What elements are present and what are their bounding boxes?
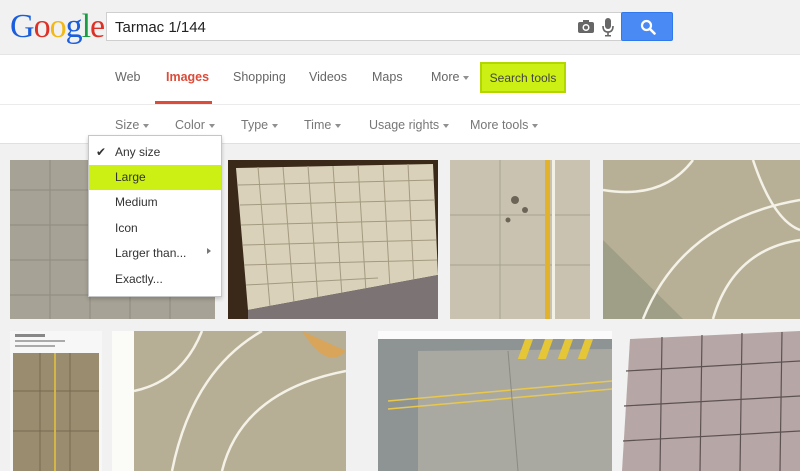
google-logo[interactable]: Google — [10, 8, 105, 45]
chevron-down-icon — [443, 123, 450, 128]
tool-usage-rights[interactable]: Usage rights — [369, 118, 450, 132]
chevron-down-icon — [532, 123, 539, 128]
logo-letter: l — [81, 8, 92, 45]
chevron-down-icon — [272, 123, 279, 128]
tool-type-label: Type — [241, 118, 269, 132]
tool-color[interactable]: Color — [175, 118, 215, 132]
size-option-icon[interactable]: Icon — [89, 216, 221, 241]
chevron-right-icon — [207, 248, 211, 254]
tool-time[interactable]: Time — [304, 118, 342, 132]
tab-more[interactable]: More — [431, 70, 470, 84]
logo-letter: g — [65, 8, 83, 45]
size-option-medium[interactable]: Medium — [89, 190, 221, 215]
chevron-down-icon — [335, 123, 342, 128]
search-input[interactable] — [115, 17, 565, 37]
size-option-large[interactable]: Large — [89, 165, 221, 190]
logo-letter: o — [49, 8, 67, 45]
camera-icon[interactable] — [577, 19, 595, 34]
search-icon — [640, 19, 656, 35]
tab-images[interactable]: Images — [166, 70, 209, 84]
image-result[interactable] — [228, 160, 438, 319]
image-result[interactable] — [378, 331, 612, 471]
size-option-label: Icon — [115, 221, 138, 235]
tool-size-label: Size — [115, 118, 140, 132]
tab-web[interactable]: Web — [115, 70, 140, 84]
logo-letter: o — [33, 8, 51, 45]
size-option-any-size[interactable]: ✔ Any size — [89, 140, 221, 165]
search-box — [106, 12, 622, 41]
checkmark-icon: ✔ — [96, 145, 107, 159]
tool-type[interactable]: Type — [241, 118, 279, 132]
size-option-label: Exactly... — [115, 272, 163, 286]
size-option-label: Larger than... — [115, 246, 187, 260]
image-result[interactable] — [112, 331, 346, 471]
tab-shopping[interactable]: Shopping — [233, 70, 286, 84]
search-tools-label: Search tools — [489, 71, 557, 85]
chevron-down-icon — [463, 75, 470, 80]
logo-letter: e — [90, 8, 105, 45]
tool-usage-label: Usage rights — [369, 118, 440, 132]
size-dropdown-menu: ✔ Any size Large Medium Icon Larger than… — [88, 135, 222, 297]
tab-maps[interactable]: Maps — [372, 70, 403, 84]
logo-letter: G — [10, 8, 35, 45]
image-result[interactable] — [603, 160, 800, 319]
tool-size[interactable]: Size — [115, 118, 150, 132]
size-option-exactly[interactable]: Exactly... — [89, 267, 221, 292]
size-option-larger-than[interactable]: Larger than... — [89, 241, 221, 266]
tool-more-label: More tools — [470, 118, 529, 132]
image-result[interactable] — [10, 331, 102, 471]
image-result[interactable] — [450, 160, 590, 319]
chevron-down-icon — [143, 123, 150, 128]
size-option-label: Any size — [115, 145, 161, 159]
search-nav: Web Images Shopping Videos Maps More Sea… — [0, 55, 800, 105]
size-option-label: Large — [115, 170, 146, 184]
size-option-label: Medium — [115, 195, 158, 209]
tab-videos[interactable]: Videos — [309, 70, 347, 84]
tool-time-label: Time — [304, 118, 332, 132]
chevron-down-icon — [208, 123, 215, 128]
tool-more-tools[interactable]: More tools — [470, 118, 539, 132]
active-tab-indicator — [155, 101, 212, 104]
image-result[interactable] — [622, 331, 800, 471]
search-button[interactable] — [621, 12, 673, 41]
microphone-icon[interactable] — [601, 17, 615, 37]
search-tools-button[interactable]: Search tools — [480, 62, 566, 93]
tab-more-label: More — [431, 70, 460, 84]
top-bar: Google — [0, 0, 800, 55]
tool-color-label: Color — [175, 118, 205, 132]
